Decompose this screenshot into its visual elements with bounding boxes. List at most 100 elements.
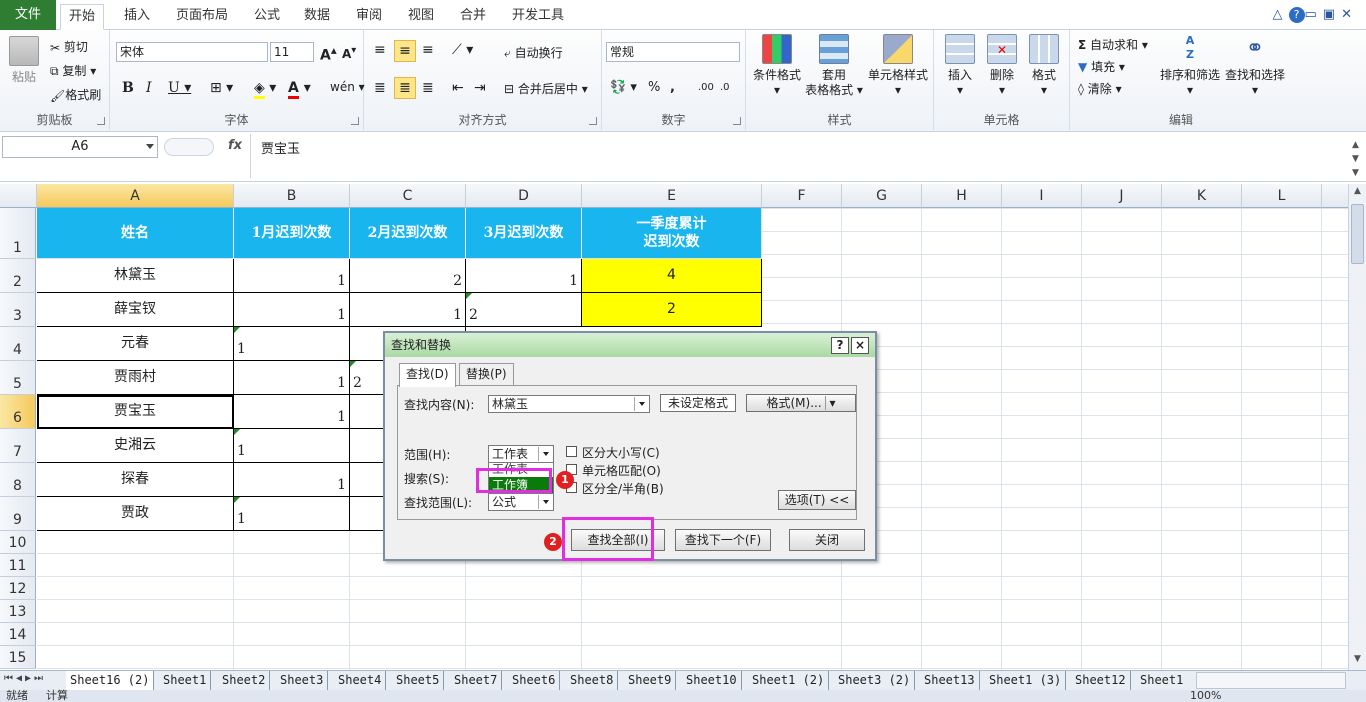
sheet-tab[interactable]: Sheet16 (2) — [66, 671, 155, 690]
row-header-12[interactable]: 12 — [0, 577, 36, 600]
tab-merge[interactable]: 合并 — [452, 4, 494, 30]
sheet-tab[interactable]: Sheet4 — [334, 671, 387, 690]
chevron-down-icon[interactable] — [634, 397, 648, 411]
sheet-tab[interactable]: Sheet9 — [624, 671, 677, 690]
sheet-tab[interactable]: Sheet7 — [450, 671, 503, 690]
tab-page-layout[interactable]: 页面布局 — [168, 4, 236, 30]
cell-b9[interactable]: 1 — [234, 497, 350, 531]
tab-insert[interactable]: 插入 — [116, 4, 158, 30]
tab-formulas[interactable]: 公式 — [246, 4, 288, 30]
find-select-button[interactable]: ⚭ 查找和选择 ▾ — [1222, 34, 1288, 98]
find-next-button[interactable]: 查找下一个(F) — [675, 529, 771, 551]
wrap-text-button[interactable]: ⤶ 自动换行 — [504, 44, 563, 61]
cell-e2[interactable]: 4 — [582, 259, 762, 293]
cell-b7[interactable]: 1 — [234, 429, 350, 463]
options-button[interactable]: 选项(T) << — [778, 490, 856, 510]
autosum-button[interactable]: Σ 自动求和 ▾ — [1078, 36, 1148, 53]
cell-a5[interactable]: 贾雨村 — [37, 361, 234, 395]
clear-button[interactable]: ◊ 清除 ▾ — [1078, 80, 1122, 97]
cell-b4[interactable]: 1 — [234, 327, 350, 361]
cut-button[interactable]: ✂ 剪切 — [50, 38, 88, 55]
chevron-down-icon[interactable] — [538, 447, 552, 461]
number-format-select[interactable]: 常规 — [606, 42, 740, 62]
cell-c2[interactable]: 2 — [350, 259, 466, 293]
close-icon[interactable]: ✕ — [1341, 7, 1358, 22]
horizontal-scrollbar[interactable] — [1196, 672, 1346, 689]
insert-function-icon[interactable]: fx — [228, 138, 242, 153]
column-header-m[interactable] — [1322, 184, 1348, 208]
column-header-j[interactable]: J — [1082, 184, 1162, 208]
number-launcher-icon[interactable] — [733, 117, 741, 125]
sheet-tab[interactable]: Sheet2 — [218, 671, 271, 690]
column-header-i[interactable]: I — [1002, 184, 1082, 208]
increase-decimal-icon[interactable]: .00 — [698, 82, 714, 93]
scroll-up-icon[interactable]: ▲ — [1351, 186, 1364, 200]
tab-data[interactable]: 数据 — [296, 4, 338, 30]
sheet-tab[interactable]: Sheet1 — [159, 671, 212, 690]
cell-d1[interactable]: 3月迟到次数 — [466, 208, 582, 259]
phonetic-icon[interactable]: wén ▾ — [330, 80, 365, 94]
bold-icon[interactable]: B — [122, 80, 134, 96]
sheet-tab[interactable]: Sheet10 — [682, 671, 742, 690]
sheet-tab[interactable]: Sheet8 — [566, 671, 619, 690]
sheet-tab[interactable]: Sheet5 — [392, 671, 445, 690]
insert-cells-button[interactable]: 插入 ▾ — [940, 34, 980, 98]
cell-c1[interactable]: 2月迟到次数 — [350, 208, 466, 259]
alignment-launcher-icon[interactable] — [589, 117, 597, 125]
match-case-checkbox[interactable] — [566, 446, 577, 457]
format-cells-button[interactable]: 格式 ▾ — [1024, 34, 1064, 98]
cell-b8[interactable]: 1 — [234, 463, 350, 497]
find-what-input[interactable]: 林黛玉 — [488, 395, 650, 413]
cell-a7[interactable]: 史湘云 — [37, 429, 234, 463]
align-left-icon[interactable]: ≣ — [374, 80, 386, 96]
row-header-6[interactable]: 6 — [0, 395, 36, 429]
column-header-h[interactable]: H — [922, 184, 1002, 208]
format-button[interactable]: 格式(M)... ▾ — [746, 394, 856, 412]
scroll-down-icon[interactable]: ▼ — [1351, 654, 1364, 668]
row-header-11[interactable]: 11 — [0, 554, 36, 577]
cell-a1[interactable]: 姓名 — [37, 208, 234, 259]
dialog-help-button[interactable]: ? — [831, 337, 849, 354]
align-center-icon[interactable]: ≣ — [394, 77, 416, 99]
tab-find[interactable]: 查找(D) — [399, 363, 456, 387]
tab-review[interactable]: 审阅 — [348, 4, 390, 30]
cell-c3[interactable]: 1 — [350, 293, 466, 327]
fill-color-icon[interactable]: ◈ ▾ — [254, 80, 276, 99]
grow-font-icon[interactable]: A▴ — [320, 43, 337, 64]
paste-button[interactable]: 粘贴 — [6, 36, 42, 85]
delete-cells-button[interactable]: ✕ 删除 ▾ — [982, 34, 1022, 98]
currency-icon[interactable]: 💱 ▾ — [610, 80, 637, 95]
zoom-level[interactable]: 100% — [1190, 690, 1221, 702]
format-as-table-button[interactable]: 套用 表格格式 ▾ — [804, 34, 864, 98]
close-button[interactable]: 关闭 — [789, 529, 865, 551]
sheet-tab[interactable]: Sheet1 (2) — [748, 671, 830, 690]
minimize-icon[interactable]: ▭ — [1305, 7, 1323, 22]
help-icon[interactable]: ? — [1288, 7, 1305, 23]
decrease-decimal-icon[interactable]: .0 — [720, 82, 730, 93]
row-header-2[interactable]: 2 — [0, 259, 36, 293]
sheet-tab[interactable]: Sheet3 — [276, 671, 329, 690]
row-header-3[interactable]: 3 — [0, 293, 36, 327]
sheet-tab[interactable]: Sheet6 — [508, 671, 561, 690]
tab-file[interactable]: 文件 — [0, 0, 56, 30]
status-calc[interactable]: 计算 — [46, 690, 68, 702]
font-size-select[interactable]: 11 — [270, 42, 314, 62]
name-box[interactable]: A6 — [2, 136, 158, 158]
dialog-close-x-button[interactable]: × — [851, 337, 869, 354]
percent-icon[interactable]: % — [648, 80, 660, 95]
font-name-select[interactable]: 宋体 — [116, 42, 268, 62]
formula-input[interactable]: 贾宝玉 — [250, 134, 1350, 178]
format-painter-button[interactable]: 🖌格式刷 — [50, 86, 101, 103]
cell-a6[interactable]: 贾宝玉 — [37, 395, 234, 429]
align-middle-icon[interactable]: ≡ — [394, 40, 416, 62]
cell-a4[interactable]: 元春 — [37, 327, 234, 361]
column-header-a[interactable]: A — [37, 184, 234, 208]
font-launcher-icon[interactable] — [351, 117, 359, 125]
conditional-format-button[interactable]: 条件格式 ▾ — [748, 34, 806, 98]
column-header-c[interactable]: C — [350, 184, 466, 208]
row-header-8[interactable]: 8 — [0, 463, 36, 497]
cell-b5[interactable]: 1 — [234, 361, 350, 395]
cell-b1[interactable]: 1月迟到次数 — [234, 208, 350, 259]
cell-e1[interactable]: 一季度累计 迟到次数 — [582, 208, 762, 259]
decrease-indent-icon[interactable]: ⇤ — [452, 80, 464, 96]
